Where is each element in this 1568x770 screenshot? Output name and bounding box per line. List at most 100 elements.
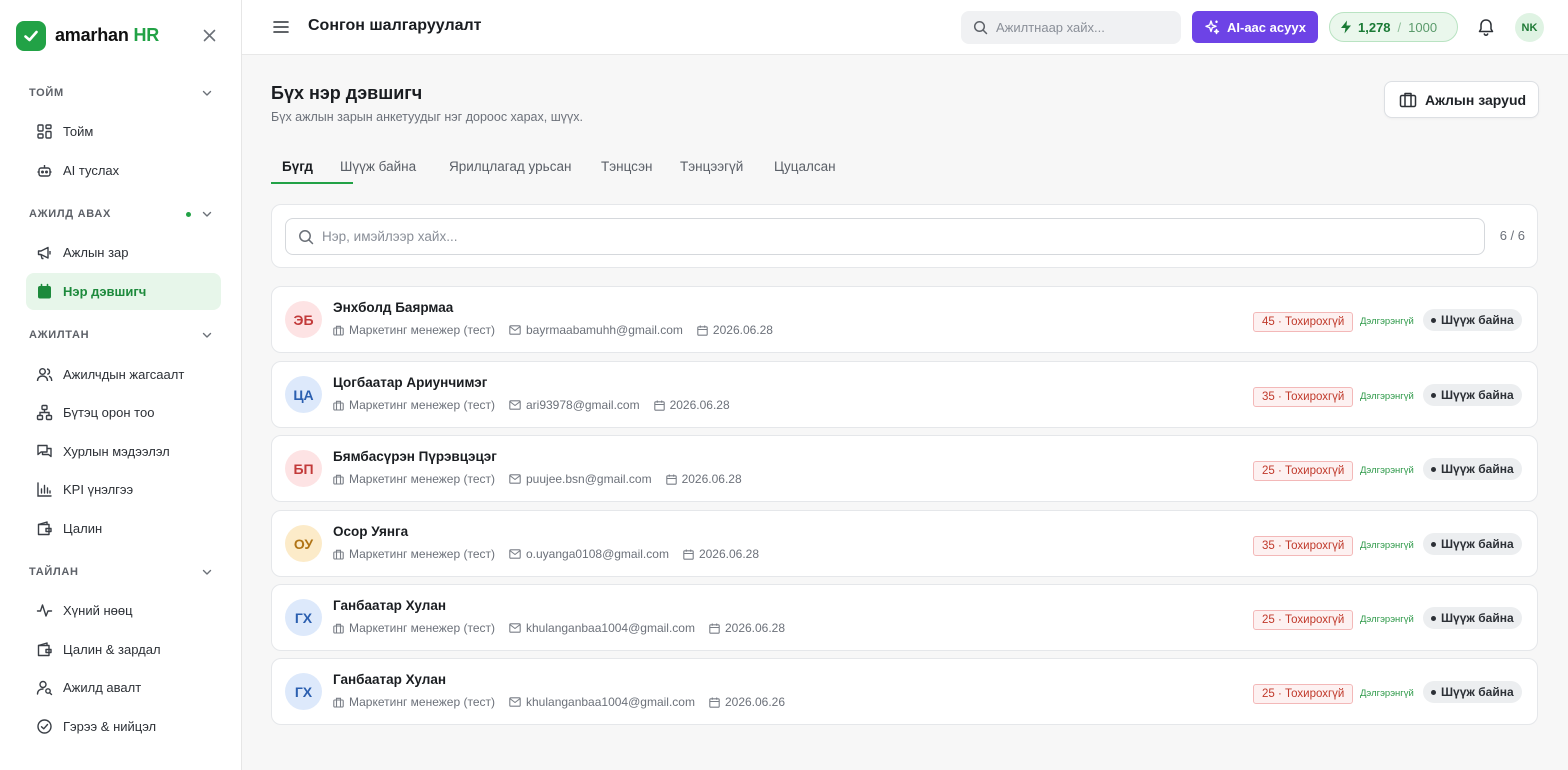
logo-check-icon xyxy=(16,20,46,51)
sidebar-item-salary[interactable]: Цалин xyxy=(26,510,221,547)
status-dropdown[interactable]: Шүүж байна xyxy=(1423,681,1522,703)
sidebar-item-label: Цалин xyxy=(63,521,103,536)
candidate-row[interactable]: БП Бямбасүрэн Пүрэвцэцэг Маркетинг менежер… xyxy=(271,435,1538,502)
briefcase-icon xyxy=(333,325,344,336)
section-heading: Бүх нэр дэвшигч xyxy=(271,83,423,103)
details-link[interactable]: Дэлгэрэнгүй xyxy=(1360,391,1414,402)
user-avatar[interactable]: NK xyxy=(1515,13,1544,42)
section-reports[interactable]: ТАЙЛАН xyxy=(29,564,213,580)
tab-failed[interactable]: Тэнцээгүй xyxy=(680,147,743,185)
candidate-row[interactable]: ОУ Осор Уянга Маркетинг менежер (тест) o.uy… xyxy=(271,510,1538,577)
employee-search-input[interactable]: Ажилтнаар хайх... xyxy=(961,11,1181,44)
details-link[interactable]: Дэлгэрэнгүй xyxy=(1360,540,1414,551)
status-dropdown[interactable]: Шүүж байна xyxy=(1423,384,1522,406)
status-dropdown[interactable]: Шүүж байна xyxy=(1423,309,1522,331)
mail-icon xyxy=(509,697,521,707)
activity-icon xyxy=(35,602,53,620)
candidate-row[interactable]: ЭБ Энхболд Баярмаа Маркетинг менежер (тест… xyxy=(271,286,1538,353)
menu-icon[interactable] xyxy=(272,18,290,36)
sidebar-item-contracts[interactable]: Гэрээ & нийцэл xyxy=(26,708,221,745)
sidebar-item-label: Хүний нөөц xyxy=(63,603,133,618)
candidate-job: Маркетинг менежер (тест) xyxy=(349,472,495,486)
tab-screening[interactable]: Шүүж байна xyxy=(340,147,416,185)
candidate-row[interactable]: ГХ Ганбаатар Хулан Маркетинг менежер (тест… xyxy=(271,658,1538,725)
sidebar-item-employee-list[interactable]: Ажилчдын жагсаалт xyxy=(26,356,221,393)
candidate-avatar: ГХ xyxy=(285,599,322,636)
details-link[interactable]: Дэлгэрэнгүй xyxy=(1360,316,1414,327)
candidate-avatar: ЦА xyxy=(285,376,322,413)
candidate-name[interactable]: Ганбаатар Хулан xyxy=(333,672,446,687)
candidate-name[interactable]: Ганбаатар Хулан xyxy=(333,598,446,613)
status-label: Шүүж байна xyxy=(1441,685,1514,699)
details-link[interactable]: Дэлгэрэнгүй xyxy=(1360,688,1414,699)
status-dropdown[interactable]: Шүүж байна xyxy=(1423,607,1522,629)
mail-icon xyxy=(509,325,521,335)
candidate-email: puujee.bsn@gmail.com xyxy=(526,472,652,486)
status-dot xyxy=(1431,615,1436,621)
candidate-meta: Маркетинг менежер (тест) khulanganbaa1004… xyxy=(333,695,799,709)
details-link[interactable]: Дэлгэрэнгүй xyxy=(1360,465,1414,476)
user-search-icon xyxy=(35,679,53,697)
candidate-job: Маркетинг менежер (тест) xyxy=(349,323,495,337)
bell-icon[interactable] xyxy=(1477,17,1495,37)
chat-icon xyxy=(35,443,53,461)
status-dot xyxy=(1431,392,1436,398)
tab-interview[interactable]: Ярилцлагад урьсан xyxy=(449,147,571,185)
sidebar-item-label: KPI үнэлгээ xyxy=(63,482,134,497)
section-label: ТАЙЛАН xyxy=(29,566,79,578)
status-tabs: Бүгд Шүүж байна Ярилцлагад урьсан Тэнцсэ… xyxy=(271,147,1538,185)
candidate-search-input[interactable]: Нэр, имэйлээр хайх... xyxy=(285,218,1485,255)
candidate-row[interactable]: ЦА Цогбаатар Ариунчимэг Маркетинг менежер … xyxy=(271,361,1538,428)
sidebar-item-kpi[interactable]: KPI үнэлгээ xyxy=(26,471,221,508)
briefcase-icon xyxy=(333,549,344,560)
brand[interactable]: amarhan HR xyxy=(16,20,160,51)
candidate-name[interactable]: Бямбасүрэн Пүрэвцэцэг xyxy=(333,449,497,464)
candidate-name[interactable]: Энхболд Баярмаа xyxy=(333,300,453,315)
wallet-icon xyxy=(35,641,53,659)
calendar-icon xyxy=(665,474,677,485)
lightning-icon xyxy=(1341,20,1351,34)
credits-badge[interactable]: 1,278 / 1000 xyxy=(1329,12,1458,42)
sidebar-item-salary-costs[interactable]: Цалин & зардал xyxy=(26,631,221,668)
brand-name: amarhan HR xyxy=(55,25,160,45)
mail-icon xyxy=(509,400,521,410)
sidebar-item-ai-assistant[interactable]: AI туслах xyxy=(26,152,221,189)
sidebar-item-label: Тойм xyxy=(63,124,94,139)
details-link[interactable]: Дэлгэрэнгүй xyxy=(1360,614,1414,625)
ask-ai-button[interactable]: AI-аас асуух xyxy=(1192,11,1318,43)
score-badge: 35 · Тохирохгүй xyxy=(1253,387,1354,407)
job-posts-button[interactable]: Ажлын заруud xyxy=(1384,81,1539,118)
sidebar-item-meetings[interactable]: Хурлын мэдээлэл xyxy=(26,433,221,470)
candidate-row[interactable]: ГХ Ганбаатар Хулан Маркетинг менежер (тест… xyxy=(271,584,1538,651)
close-icon[interactable] xyxy=(201,27,218,44)
sidebar-item-candidates[interactable]: Нэр дэвшигч xyxy=(26,273,221,310)
candidate-name[interactable]: Осор Уянга xyxy=(333,524,408,539)
dashboard-icon xyxy=(35,123,53,141)
sidebar-item-label: Бүтэц орон тоо xyxy=(63,405,155,420)
wallet-icon xyxy=(35,520,53,538)
section-overview[interactable]: ТОЙМ xyxy=(29,85,213,101)
sidebar-item-label: Хурлын мэдээлэл xyxy=(63,444,170,459)
section-recruitment[interactable]: АЖИЛД АВАХ xyxy=(29,206,213,222)
score-badge: 25 · Тохирохгүй xyxy=(1253,461,1354,481)
tab-cancelled[interactable]: Цуцалсан xyxy=(774,147,836,185)
candidate-search-card: Нэр, имэйлээр хайх... 6 / 6 xyxy=(271,204,1538,268)
credits-separator: / xyxy=(1397,19,1402,35)
sidebar-item-hr-report[interactable]: Хүний нөөц xyxy=(26,592,221,629)
section-label: АЖИЛТАН xyxy=(29,329,90,341)
candidate-date: 2026.06.28 xyxy=(698,547,759,561)
candidate-name[interactable]: Цогбаатар Ариунчимэг xyxy=(333,375,487,390)
section-employees[interactable]: АЖИЛТАН xyxy=(29,327,213,343)
calendar-icon xyxy=(697,325,708,336)
tab-all[interactable]: Бүгд xyxy=(282,147,313,185)
status-dropdown[interactable]: Шүүж байна xyxy=(1423,458,1522,480)
sidebar-item-job-posts[interactable]: Ажлын зар xyxy=(26,234,221,271)
sidebar-item-label: Цалин & зардал xyxy=(63,642,161,657)
tab-passed[interactable]: Тэнцсэн xyxy=(601,147,652,185)
sidebar-item-org-structure[interactable]: Бүтэц орон тоо xyxy=(26,394,221,431)
sidebar-item-label: Ажилд авалт xyxy=(63,680,142,695)
sidebar-item-label: AI туслах xyxy=(63,163,120,178)
sidebar-item-hiring-report[interactable]: Ажилд авалт xyxy=(26,669,221,706)
status-dropdown[interactable]: Шүүж байна xyxy=(1423,533,1522,555)
sidebar-item-overview[interactable]: Тойм xyxy=(26,113,221,150)
